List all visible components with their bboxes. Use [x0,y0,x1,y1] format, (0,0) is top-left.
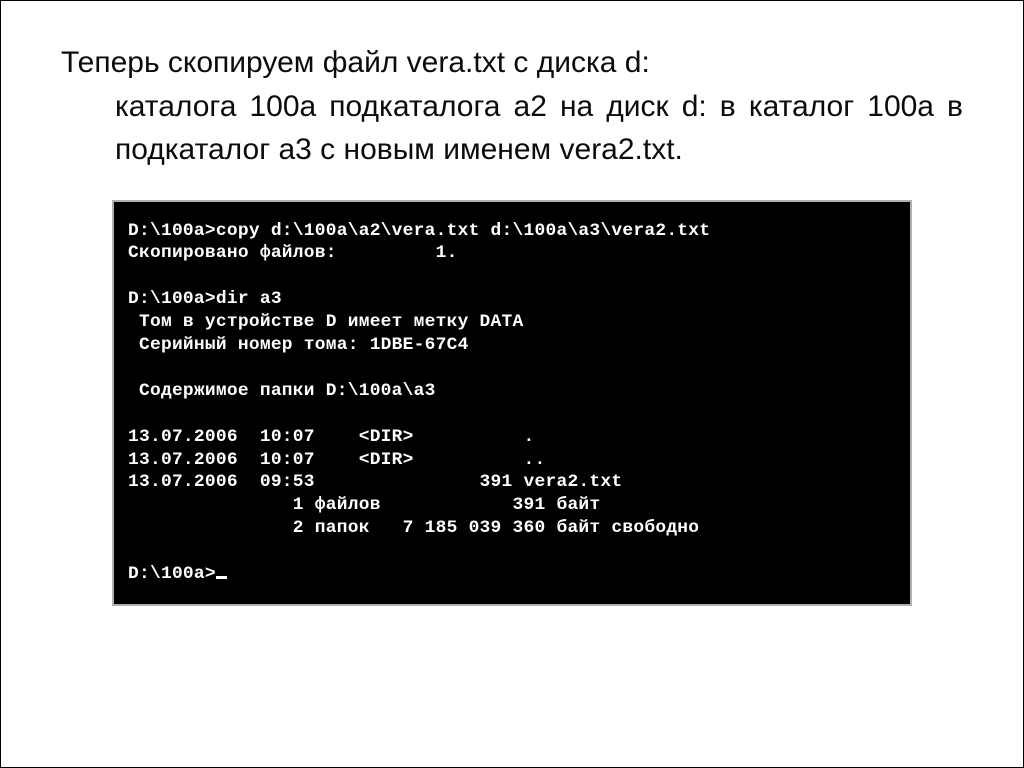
term-line: D:\100a> [128,564,216,584]
term-line: 13.07.2006 10:07 <DIR> . [128,427,535,447]
terminal-wrap: D:\100a>copy d:\100a\a2\vera.txt d:\100a… [61,200,963,607]
cursor-icon [216,576,227,580]
description-line2: каталога 100a подкаталога a2 на диск d: … [61,85,963,172]
term-line: 13.07.2006 09:53 391 vera2.txt [128,472,622,492]
term-line: Содержимое папки D:\100a\a3 [128,381,436,401]
term-line: Скопировано файлов: 1. [128,243,458,263]
term-line: 1 файлов 391 байт [128,495,600,515]
description-paragraph: Теперь скопируем файл vera.txt с диска d… [61,41,963,172]
slide: Теперь скопируем файл vera.txt с диска d… [0,0,1024,768]
term-line: D:\100a>copy d:\100a\a2\vera.txt d:\100a… [128,221,710,241]
terminal-window: D:\100a>copy d:\100a\a2\vera.txt d:\100a… [112,200,912,607]
term-line: 13.07.2006 10:07 <DIR> .. [128,450,545,470]
term-line: 2 папок 7 185 039 360 байт свободно [128,518,699,538]
description-line1: Теперь скопируем файл vera.txt с диска d… [61,46,650,79]
term-line: Том в устройстве D имеет метку DATA [128,312,524,332]
term-line: D:\100a>dir a3 [128,289,282,309]
term-line: Серийный номер тома: 1DBE-67C4 [128,335,469,355]
